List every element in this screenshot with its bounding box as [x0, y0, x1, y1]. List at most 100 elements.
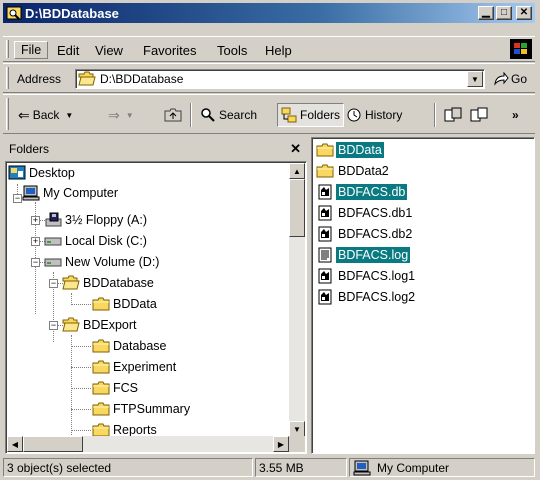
- close-pane-button[interactable]: ✕: [290, 141, 301, 157]
- file-item-bdfacs-log2[interactable]: BDFACS.log2: [316, 288, 417, 306]
- file-name: BDFACS.log: [336, 247, 411, 263]
- up-folder-button[interactable]: [161, 103, 185, 127]
- collapse-bddatabase-button[interactable]: −: [49, 279, 58, 288]
- drive-icon: [44, 254, 62, 270]
- tree-item-label: BDDatabase: [83, 276, 154, 290]
- menu-tools[interactable]: Tools: [211, 41, 253, 59]
- scroll-left-button[interactable]: ◀: [7, 436, 23, 452]
- expand-local-disk-button[interactable]: +: [31, 237, 40, 246]
- tree-item-bdexport[interactable]: BDExport: [62, 316, 137, 334]
- file-item-bdfacs-db[interactable]: BDFACS.db: [316, 183, 408, 201]
- forward-dropdown-icon[interactable]: ▼: [126, 111, 134, 120]
- file-item-bdfacs-log1[interactable]: BDFACS.log1: [316, 267, 417, 285]
- file-item-bdfacs-db2[interactable]: BDFACS.db2: [316, 225, 414, 243]
- collapse-bdexport-button[interactable]: −: [49, 321, 58, 330]
- tree-item-bddatabase[interactable]: BDDatabase: [62, 274, 154, 292]
- chevron-left-icon: ◀: [11, 439, 19, 449]
- scroll-down-button[interactable]: ▼: [289, 421, 305, 437]
- folder-icon: [92, 401, 110, 417]
- folders-button[interactable]: Folders: [277, 103, 345, 127]
- tree-item-desktop[interactable]: Desktop: [8, 164, 75, 182]
- menu-bar-grip[interactable]: [6, 40, 9, 58]
- address-bar-grip[interactable]: [6, 67, 9, 89]
- tree-horizontal-scrollbar[interactable]: ◀ ▶: [7, 436, 289, 452]
- menu-file[interactable]: File: [14, 41, 49, 59]
- folder-open-icon: [62, 275, 80, 291]
- explorer-window-icon[interactable]: [6, 5, 22, 21]
- close-icon: ✕: [519, 7, 529, 18]
- search-button[interactable]: Search: [197, 103, 260, 127]
- close-window-button[interactable]: ✕: [516, 6, 532, 20]
- status-size: 3.55 MB: [255, 458, 347, 477]
- toolbar-grip[interactable]: [6, 98, 9, 130]
- db-file-icon: [316, 289, 334, 305]
- expand-floppy-button[interactable]: +: [31, 216, 40, 225]
- toolbar-overflow-button[interactable]: »: [509, 103, 522, 127]
- chevron-down-icon: ▼: [293, 424, 301, 434]
- tree-item-label: FCS: [113, 381, 138, 395]
- chevron-down-icon: ▼: [471, 74, 479, 84]
- tree-item-fcs[interactable]: FCS: [92, 379, 138, 397]
- minimize-button[interactable]: ▁: [478, 6, 494, 20]
- address-path: D:\BDDatabase: [100, 72, 184, 86]
- tree-item-my-computer[interactable]: My Computer: [22, 184, 118, 202]
- collapse-new-volume-button[interactable]: −: [31, 258, 40, 267]
- menu-view[interactable]: View: [89, 41, 129, 59]
- title-bar[interactable]: D:\BDDatabase ▁ □ ✕: [3, 3, 535, 23]
- back-button[interactable]: ⇐ Back ▼: [15, 103, 76, 127]
- my-computer-icon: [22, 185, 40, 201]
- tree-item-ftpsummary[interactable]: FTPSummary: [92, 400, 190, 418]
- file-item-bddata[interactable]: BDData: [316, 141, 384, 159]
- search-label: Search: [219, 108, 258, 122]
- status-zone-panel: My Computer: [349, 458, 535, 477]
- maximize-icon: □: [500, 7, 508, 18]
- db-file-icon: [316, 184, 334, 200]
- maximize-button[interactable]: □: [496, 6, 512, 20]
- tree-item-label: BDData: [113, 297, 157, 311]
- back-dropdown-icon[interactable]: ▼: [65, 111, 73, 120]
- scroll-up-button[interactable]: ▲: [289, 163, 305, 179]
- menu-favorites[interactable]: Favorites: [137, 41, 202, 59]
- file-name: BDData: [336, 142, 384, 158]
- tree-item-label: Experiment: [113, 360, 177, 374]
- file-name: BDFACS.db: [336, 184, 408, 200]
- folders-pane-title: Folders: [9, 142, 50, 156]
- address-input[interactable]: D:\BDDatabase ▼: [75, 69, 485, 89]
- tree-item-label: 3½ Floppy (A:): [65, 213, 147, 227]
- folder-tree[interactable]: − + + − − − Desktop My Computer 3½ Flopp…: [5, 161, 307, 454]
- history-label: History: [365, 108, 403, 122]
- folder-icon: [92, 359, 110, 375]
- file-list[interactable]: BDData BDData2 BDFACS.db BDFACS.db1 BDFA…: [311, 137, 535, 454]
- scrollbar-corner: [289, 436, 305, 452]
- tree-item-label: Database: [113, 339, 167, 353]
- scrollbar-thumb[interactable]: [289, 179, 305, 237]
- tree-line: [71, 409, 91, 410]
- menu-edit[interactable]: Edit: [51, 41, 85, 59]
- tree-item-bddata[interactable]: BDData: [92, 295, 157, 313]
- tree-line: [71, 304, 91, 305]
- move-to-button[interactable]: [441, 103, 465, 127]
- chevron-right-icon: »: [512, 108, 519, 122]
- address-dropdown-button[interactable]: ▼: [467, 71, 483, 87]
- history-clock-icon: [347, 108, 361, 122]
- collapse-my-computer-button[interactable]: −: [13, 194, 22, 203]
- horizontal-scrollbar-thumb[interactable]: [23, 436, 83, 452]
- file-item-bddata2[interactable]: BDData2: [316, 162, 391, 180]
- menu-help[interactable]: Help: [259, 41, 298, 59]
- go-button[interactable]: Go: [493, 72, 527, 86]
- file-item-bdfacs-db1[interactable]: BDFACS.db1: [316, 204, 414, 222]
- tree-item-database[interactable]: Database: [92, 337, 167, 355]
- db-file-icon: [316, 226, 334, 242]
- scroll-right-button[interactable]: ▶: [273, 436, 289, 452]
- tree-item-local-disk[interactable]: Local Disk (C:): [44, 232, 147, 250]
- file-item-bdfacs-log[interactable]: BDFACS.log: [316, 246, 411, 264]
- tree-item-floppy[interactable]: 3½ Floppy (A:): [44, 211, 147, 229]
- history-button[interactable]: History: [343, 103, 405, 127]
- tree-item-label: Local Disk (C:): [65, 234, 147, 248]
- forward-button[interactable]: ⇒ ▼: [105, 103, 137, 127]
- tree-vertical-scrollbar[interactable]: ▲ ▼: [289, 163, 305, 437]
- tree-item-new-volume[interactable]: New Volume (D:): [44, 253, 159, 271]
- copy-to-button[interactable]: [467, 103, 491, 127]
- tree-item-experiment[interactable]: Experiment: [92, 358, 176, 376]
- windows-logo-icon: [510, 39, 532, 59]
